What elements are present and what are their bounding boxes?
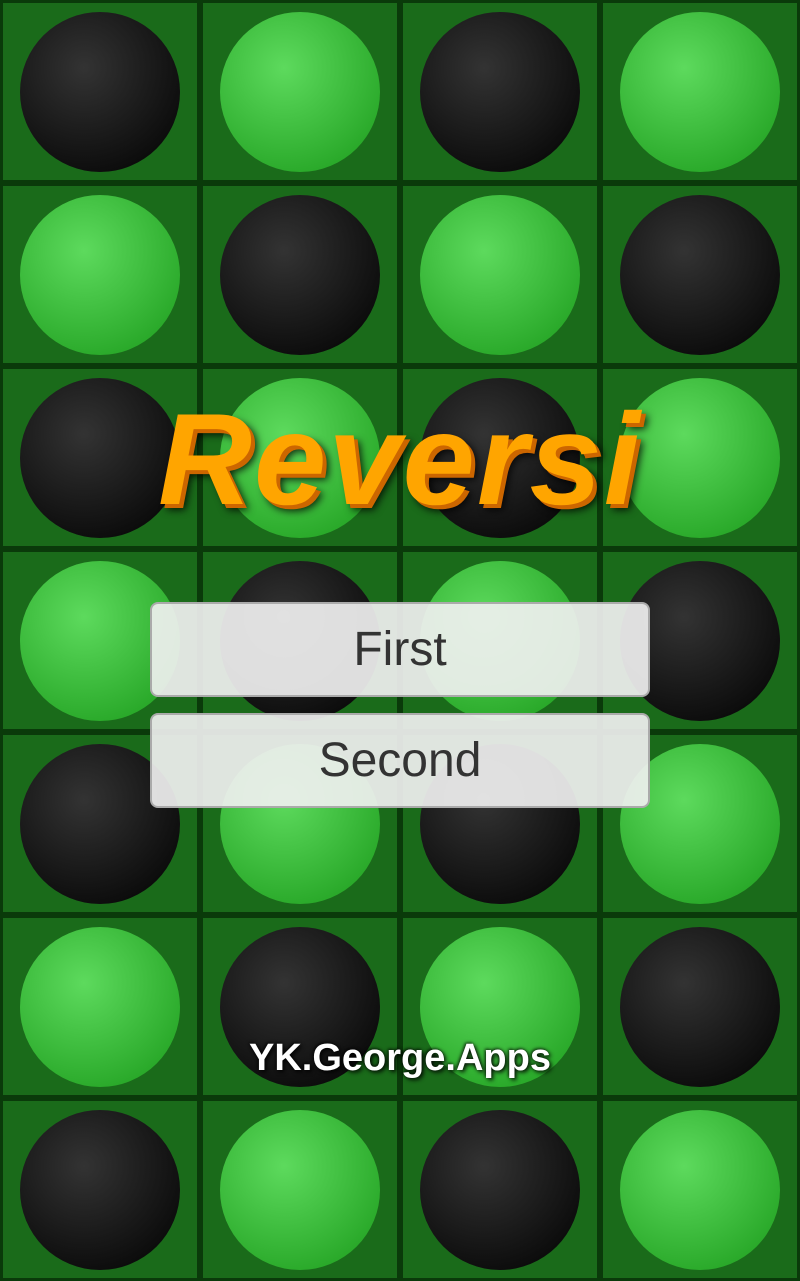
first-button[interactable]: First	[150, 602, 650, 697]
menu-overlay: Reversi First Second	[0, 0, 800, 1280]
credits-text: YK.George.Apps	[249, 1037, 551, 1080]
app-title: Reversi	[158, 384, 642, 534]
second-button[interactable]: Second	[150, 713, 650, 808]
